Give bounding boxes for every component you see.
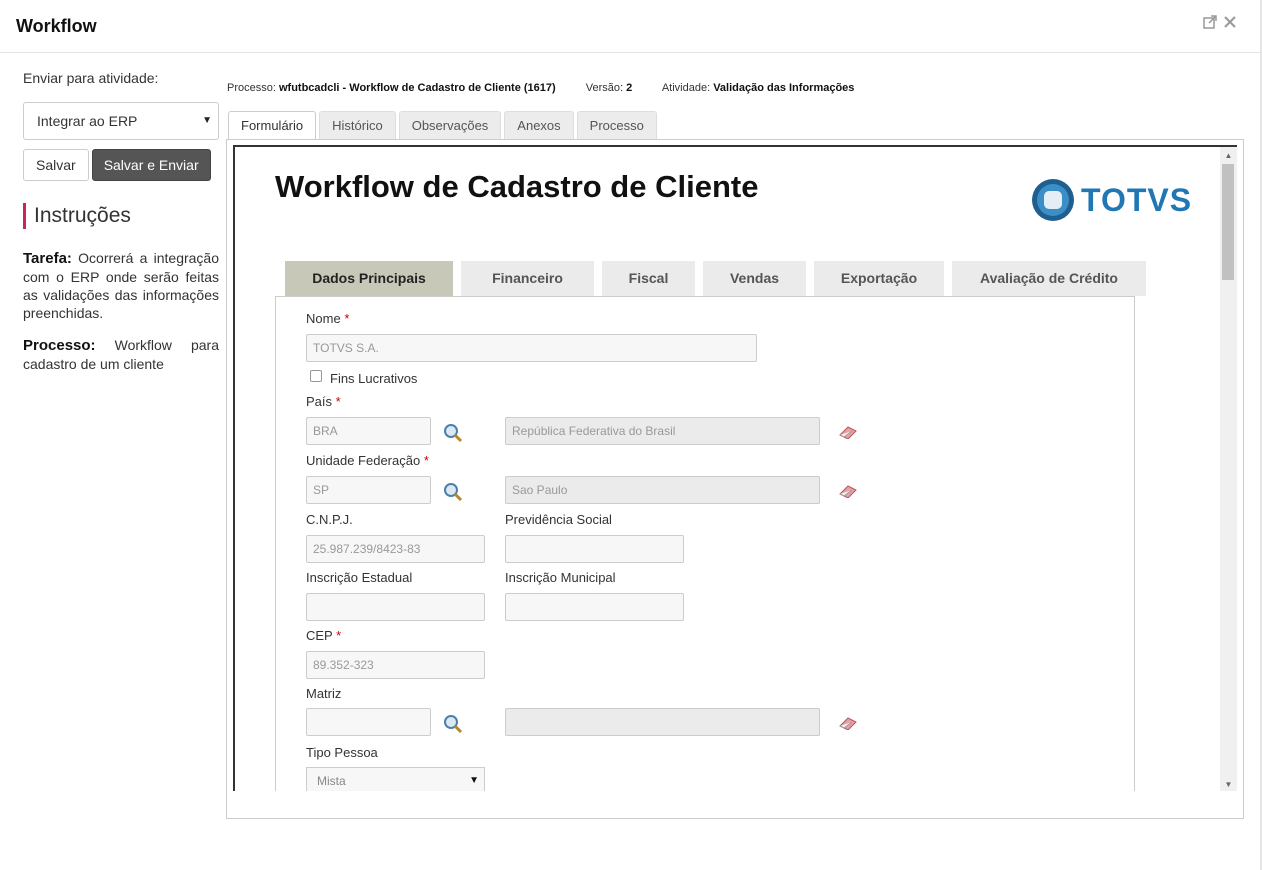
eraser-icon[interactable] [838,716,858,730]
tab-observacoes[interactable]: Observações [398,111,502,140]
previdencia-label: Previdência Social [505,512,612,527]
caret-down-icon: ▼ [202,115,212,126]
popout-icon[interactable] [1202,14,1218,30]
activity-select-value: Integrar ao ERP [37,113,138,129]
search-icon[interactable] [443,482,463,502]
scroll-up-arrow-icon[interactable]: ▲ [1220,147,1237,164]
logo-text: TOTVS [1081,181,1193,218]
matriz-name-input[interactable] [505,708,820,736]
task-instruction: Tarefa: Ocorrerá a integração com o ERP … [23,249,219,322]
scroll-thumb[interactable] [1222,164,1234,280]
tab-historico[interactable]: Histórico [319,111,396,140]
eraser-icon[interactable] [838,484,858,498]
inscricao-estadual-input[interactable] [306,593,485,621]
matriz-code-input[interactable] [306,708,431,736]
instructions-title: Instruções [23,203,219,229]
process-label: Processo: [23,337,96,354]
tab-formulario[interactable]: Formulário [228,111,317,141]
tipo-pessoa-select[interactable]: Mista ▼ [306,767,485,791]
pais-name-input[interactable]: República Federativa do Brasil [505,417,820,445]
inscricao-municipal-label: Inscrição Municipal [505,570,616,585]
outer-tabs: Formulário Histórico Observações Anexos … [228,111,657,141]
totvs-logo-icon [1032,179,1074,221]
send-to-activity-label: Enviar para atividade: [23,70,159,86]
task-label: Tarefa: [23,250,72,267]
modal-title: Workflow [16,16,97,36]
version-label: Versão: [585,82,624,94]
caret-down-icon: ▼ [469,775,479,786]
sidebar: Enviar para atividade: Integrar ao ERP ▼… [23,70,219,373]
activity-label: Atividade: [661,82,711,94]
version-value: 2 [626,82,633,94]
totvs-logo: TOTVS [1031,178,1192,222]
workflow-modal: Workflow Enviar para atividade: Integrar… [0,0,1262,870]
form-tabs: Dados Principais Financeiro Fiscal Venda… [285,261,1146,296]
previdencia-input[interactable] [505,535,684,563]
process-instruction: Processo: Workflow para cadastro de um c… [23,336,219,373]
save-and-send-button[interactable]: Salvar e Enviar [91,149,211,181]
search-icon[interactable] [443,714,463,734]
search-icon[interactable] [443,423,463,443]
activity-value: Validação das Informações [713,82,855,94]
eraser-icon[interactable] [838,425,858,439]
close-icon[interactable] [1222,14,1238,30]
form-frame: Workflow de Cadastro de Cliente TOTVS Da… [233,145,1237,791]
cnpj-label: C.N.P.J. [306,512,353,527]
activity-select[interactable]: Integrar ao ERP ▼ [23,102,219,140]
tab-anexos[interactable]: Anexos [504,111,574,140]
cnpj-input[interactable]: 25.987.239/8423-83 [306,535,485,563]
scroll-down-arrow-icon[interactable]: ▼ [1220,776,1237,791]
uf-label: Unidade Federação * [306,453,429,468]
fins-lucrativos-checkbox[interactable] [310,370,322,382]
form-tab-avaliacao-credito[interactable]: Avaliação de Crédito [952,261,1146,296]
uf-code-input[interactable]: SP [306,476,431,504]
matriz-label: Matriz [306,686,342,701]
form-title: Workflow de Cadastro de Cliente [275,169,759,204]
tipo-pessoa-label: Tipo Pessoa [306,745,378,760]
form-tab-dados-principais[interactable]: Dados Principais [285,261,453,296]
tipo-pessoa-value: Mista [317,774,346,788]
save-button[interactable]: Salvar [23,149,89,181]
nome-label: Nome * [306,311,350,326]
pais-code-input[interactable]: BRA [306,417,431,445]
process-info: Processo: wfutbcadcli - Workflow de Cada… [227,82,854,94]
tab-processo[interactable]: Processo [576,111,657,140]
nome-input[interactable]: TOTVS S.A. [306,334,757,362]
uf-name-input[interactable]: Sao Paulo [505,476,820,504]
process-info-value: wfutbcadcli - Workflow de Cadastro de Cl… [278,82,556,94]
form-tab-fiscal[interactable]: Fiscal [602,261,695,296]
inscricao-estadual-label: Inscrição Estadual [306,570,413,585]
form-tab-exportacao[interactable]: Exportação [814,261,944,296]
cep-label: CEP * [306,628,342,643]
form-scrollbar[interactable]: ▲ ▼ [1220,147,1237,791]
form-tab-vendas[interactable]: Vendas [703,261,806,296]
inscricao-municipal-input[interactable] [505,593,684,621]
cep-input[interactable]: 89.352-323 [306,651,485,679]
process-info-label: Processo: [227,82,276,94]
pais-label: País * [306,394,341,409]
form-tab-financeiro[interactable]: Financeiro [461,261,594,296]
modal-header: Workflow [0,0,1260,53]
fins-lucrativos-label: Fins Lucrativos [330,371,418,386]
